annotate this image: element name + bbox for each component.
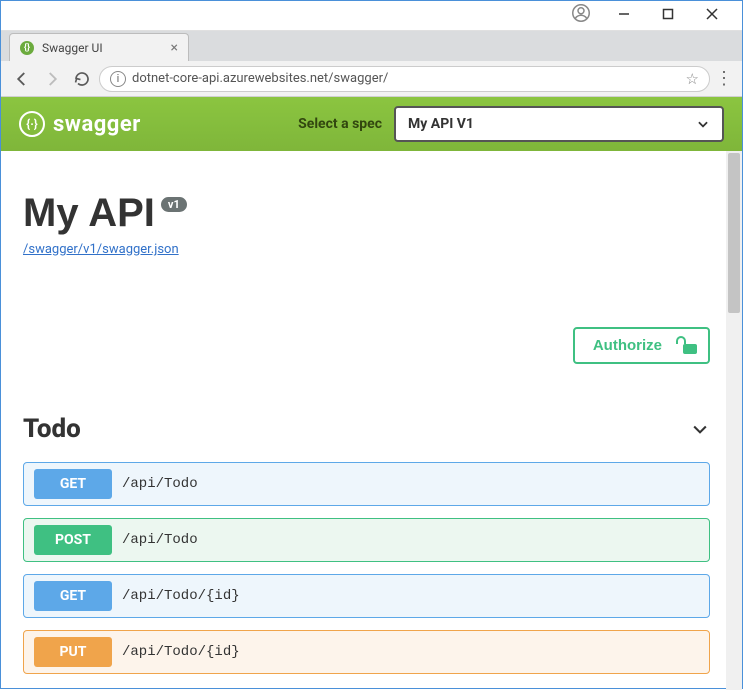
operation-path: /api/Todo	[122, 476, 198, 492]
browser-menu-button[interactable]: ⋮	[714, 68, 734, 89]
window-close-button[interactable]	[690, 8, 734, 24]
http-method-badge: GET	[34, 581, 112, 611]
address-bar[interactable]: i dotnet-core-api.azurewebsites.net/swag…	[99, 66, 710, 92]
operations-list: GET/api/TodoPOST/api/TodoGET/api/Todo/{i…	[23, 462, 720, 674]
lock-open-icon	[676, 338, 690, 354]
window-titlebar	[1, 1, 742, 31]
operation-row[interactable]: GET/api/Todo	[23, 462, 710, 506]
browser-tab[interactable]: {} Swagger UI ×	[9, 33, 189, 61]
spec-dropdown-value: My API V1	[408, 116, 474, 132]
chevron-down-icon	[696, 117, 710, 131]
spec-dropdown[interactable]: My API V1	[394, 106, 724, 142]
operation-path: /api/Todo	[122, 532, 198, 548]
back-button[interactable]	[9, 66, 35, 92]
operation-row[interactable]: POST/api/Todo	[23, 518, 710, 562]
forward-button[interactable]	[39, 66, 65, 92]
user-icon[interactable]	[572, 4, 590, 27]
swagger-page: My API v1 /swagger/v1/swagger.json Autho…	[1, 151, 742, 690]
browser-tabstrip: {} Swagger UI ×	[1, 31, 742, 61]
tab-title: Swagger UI	[42, 41, 103, 55]
tab-close-icon[interactable]: ×	[171, 40, 178, 56]
select-spec-label: Select a spec	[298, 116, 382, 132]
operation-path: /api/Todo/{id}	[122, 644, 240, 660]
http-method-badge: GET	[34, 469, 112, 499]
url-text: dotnet-core-api.azurewebsites.net/swagge…	[132, 71, 680, 86]
http-method-badge: PUT	[34, 637, 112, 667]
api-title: My API	[23, 191, 155, 236]
window-minimize-button[interactable]	[602, 8, 646, 24]
window-maximize-button[interactable]	[646, 8, 690, 24]
tag-header[interactable]: Todo	[23, 414, 720, 444]
browser-toolbar: i dotnet-core-api.azurewebsites.net/swag…	[1, 61, 742, 97]
spec-url-link[interactable]: /swagger/v1/swagger.json	[23, 242, 179, 257]
swagger-logo: {·} swagger	[19, 111, 141, 137]
swagger-logo-icon: {·}	[19, 111, 45, 137]
api-version-badge: v1	[161, 197, 187, 212]
scrollbar-thumb[interactable]	[728, 153, 740, 313]
reload-button[interactable]	[69, 66, 95, 92]
scrollbar-track[interactable]	[726, 151, 742, 690]
tag-name: Todo	[23, 414, 81, 444]
operation-row[interactable]: GET/api/Todo/{id}	[23, 574, 710, 618]
swagger-topbar: {·} swagger Select a spec My API V1	[1, 97, 742, 151]
swagger-logo-text: swagger	[53, 112, 141, 137]
http-method-badge: POST	[34, 525, 112, 555]
authorize-label: Authorize	[593, 337, 662, 354]
operation-row[interactable]: PUT/api/Todo/{id}	[23, 630, 710, 674]
swagger-favicon-icon: {}	[20, 41, 34, 55]
bookmark-star-icon[interactable]: ☆	[686, 70, 699, 88]
authorize-button[interactable]: Authorize	[573, 327, 710, 364]
chevron-down-icon	[690, 419, 710, 439]
site-info-icon[interactable]: i	[110, 71, 126, 87]
operation-path: /api/Todo/{id}	[122, 588, 240, 604]
